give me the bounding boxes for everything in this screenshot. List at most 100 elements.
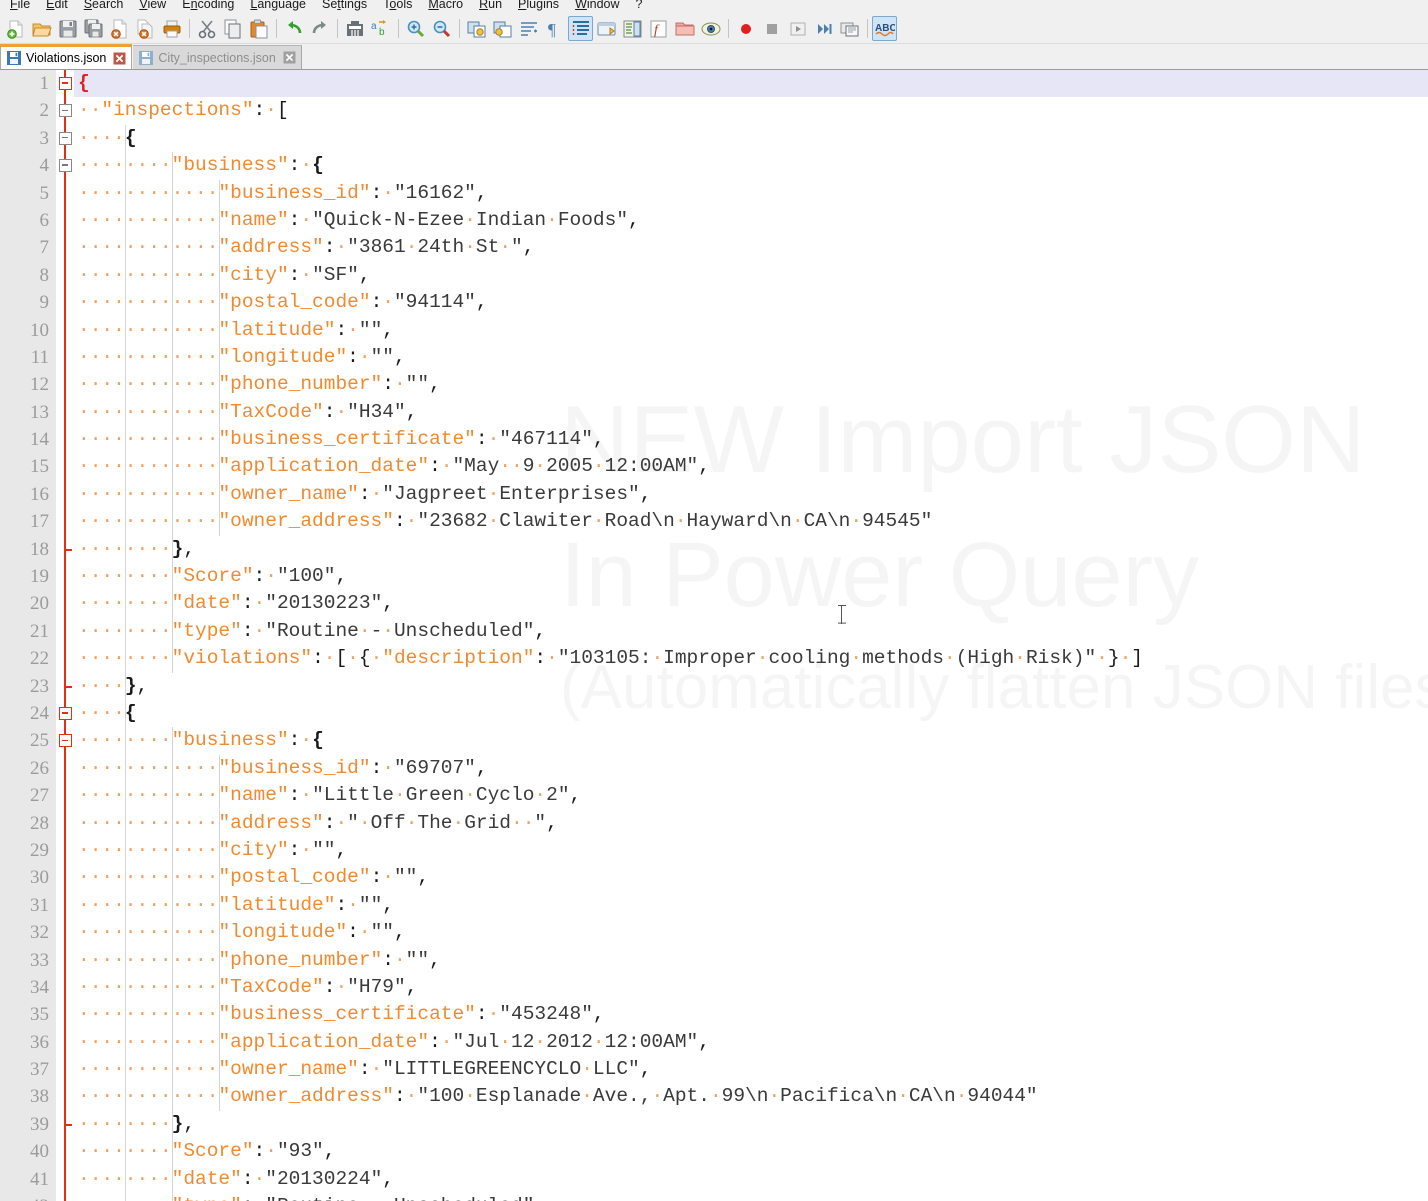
code-text[interactable]: ············"longitude":·"", xyxy=(74,919,1428,946)
toolbar-button-spell-check[interactable]: ABC xyxy=(872,16,897,41)
code-text[interactable]: ········}, xyxy=(74,1111,1428,1138)
fold-margin[interactable] xyxy=(56,125,74,152)
fold-margin[interactable] xyxy=(56,755,74,782)
code-text[interactable]: { xyxy=(74,70,1428,97)
menu-item-file[interactable]: File xyxy=(2,0,38,14)
code-text[interactable]: ············"business_id":·"16162", xyxy=(74,180,1428,207)
toolbar-button-record-macro[interactable] xyxy=(733,16,758,41)
toolbar-button-zoom-in[interactable] xyxy=(403,16,428,41)
fold-margin[interactable] xyxy=(56,1083,74,1110)
code-line[interactable]: 37············"owner_name":·"LITTLEGREEN… xyxy=(0,1056,1428,1083)
code-line[interactable]: 39········}, xyxy=(0,1111,1428,1138)
fold-margin[interactable] xyxy=(56,974,74,1001)
fold-margin[interactable] xyxy=(56,481,74,508)
fold-margin[interactable] xyxy=(56,782,74,809)
code-line[interactable]: 32············"longitude":·"", xyxy=(0,919,1428,946)
code-line[interactable]: 5············"business_id":·"16162", xyxy=(0,180,1428,207)
close-icon[interactable] xyxy=(283,51,296,64)
fold-margin[interactable] xyxy=(56,810,74,837)
code-line[interactable]: 40········"Score":·"93", xyxy=(0,1138,1428,1165)
code-text[interactable]: ············"application_date":·"Jul·12·… xyxy=(74,1029,1428,1056)
menu-item-view[interactable]: View xyxy=(131,0,174,14)
fold-margin[interactable] xyxy=(56,180,74,207)
fold-margin[interactable] xyxy=(56,262,74,289)
menu-item-edit[interactable]: Edit xyxy=(38,0,76,14)
code-line[interactable]: 25········"business":·{ xyxy=(0,727,1428,754)
fold-margin[interactable] xyxy=(56,317,74,344)
fold-margin[interactable] xyxy=(56,864,74,891)
menu-item-macro[interactable]: Macro xyxy=(420,0,471,14)
code-line[interactable]: 6············"name":·"Quick-N-Ezee·India… xyxy=(0,207,1428,234)
toolbar-button-save[interactable] xyxy=(55,16,80,41)
code-line[interactable]: 11············"longitude":·"", xyxy=(0,344,1428,371)
toolbar-button-word-wrap[interactable] xyxy=(516,16,541,41)
code-text[interactable]: ········"date":·"20130224", xyxy=(74,1166,1428,1193)
fold-margin[interactable] xyxy=(56,152,74,179)
code-text[interactable]: ············"business_certificate":·"453… xyxy=(74,1001,1428,1028)
code-line[interactable]: 26············"business_id":·"69707", xyxy=(0,755,1428,782)
code-line[interactable]: 35············"business_certificate":·"4… xyxy=(0,1001,1428,1028)
fold-margin[interactable] xyxy=(56,892,74,919)
fold-margin[interactable] xyxy=(56,207,74,234)
code-line[interactable]: 14············"business_certificate":·"4… xyxy=(0,426,1428,453)
fold-toggle-icon[interactable] xyxy=(59,159,72,172)
fold-margin[interactable] xyxy=(56,1138,74,1165)
code-text[interactable]: ············"longitude":·"", xyxy=(74,344,1428,371)
code-text[interactable]: ········"type":·"Routine·-·Unscheduled", xyxy=(74,618,1428,645)
menu-item-search[interactable]: Search xyxy=(76,0,132,14)
toolbar-button-close-file[interactable] xyxy=(107,16,132,41)
toolbar-button-print[interactable] xyxy=(159,16,184,41)
fold-margin[interactable] xyxy=(56,1166,74,1193)
code-line[interactable]: 13············"TaxCode":·"H34", xyxy=(0,399,1428,426)
menu-item-tools[interactable]: Tools xyxy=(375,0,420,14)
fold-toggle-icon[interactable] xyxy=(59,707,72,720)
code-text[interactable]: ········"Score":·"100", xyxy=(74,563,1428,590)
code-text[interactable]: ····{ xyxy=(74,125,1428,152)
code-line[interactable]: 31············"latitude":·"", xyxy=(0,892,1428,919)
code-text[interactable]: ····}, xyxy=(74,673,1428,700)
code-text[interactable]: ········"Score":·"93", xyxy=(74,1138,1428,1165)
toolbar-button-indent-guideline[interactable] xyxy=(568,16,593,41)
fold-margin[interactable] xyxy=(56,426,74,453)
code-text[interactable]: ············"address":·"·Off·The·Grid··"… xyxy=(74,810,1428,837)
code-line[interactable]: 42········"type":·"Routine·-·Unscheduled… xyxy=(0,1193,1428,1201)
code-text[interactable]: ············"phone_number":·"", xyxy=(74,371,1428,398)
toolbar-button-stop-recording[interactable] xyxy=(759,16,784,41)
code-text[interactable]: ············"business_certificate":·"467… xyxy=(74,426,1428,453)
code-text[interactable]: ············"owner_address":·"23682·Claw… xyxy=(74,508,1428,535)
fold-margin[interactable] xyxy=(56,97,74,124)
fold-margin[interactable] xyxy=(56,371,74,398)
fold-margin[interactable] xyxy=(56,947,74,974)
toolbar-button-find[interactable] xyxy=(342,16,367,41)
code-line[interactable]: 17············"owner_address":·"23682·Cl… xyxy=(0,508,1428,535)
toolbar-button-open-file[interactable] xyxy=(29,16,54,41)
toolbar-button-document-map[interactable] xyxy=(620,16,645,41)
code-text[interactable]: ········"date":·"20130223", xyxy=(74,590,1428,617)
toolbar-button-copy[interactable] xyxy=(220,16,245,41)
fold-toggle-icon[interactable] xyxy=(59,132,72,145)
fold-margin[interactable] xyxy=(56,536,74,563)
toolbar-button-replace[interactable]: ab xyxy=(368,16,393,41)
fold-margin[interactable] xyxy=(56,673,74,700)
toolbar-button-monitoring[interactable] xyxy=(698,16,723,41)
fold-margin[interactable] xyxy=(56,590,74,617)
toolbar-button-run-macro-multiple-times[interactable] xyxy=(811,16,836,41)
code-text[interactable]: ············"owner_name":·"Jagpreet·Ente… xyxy=(74,481,1428,508)
fold-margin[interactable] xyxy=(56,1111,74,1138)
document-tab-bar[interactable]: Violations.jsonCity_inspections.json xyxy=(0,45,1428,70)
fold-margin[interactable] xyxy=(56,344,74,371)
fold-margin[interactable] xyxy=(56,618,74,645)
code-text[interactable]: ········"business":·{ xyxy=(74,727,1428,754)
fold-margin[interactable] xyxy=(56,399,74,426)
fold-toggle-icon[interactable] xyxy=(59,104,72,117)
document-tab-active[interactable]: Violations.json xyxy=(0,44,132,69)
code-line[interactable]: 4········"business":·{ xyxy=(0,152,1428,179)
toolbar-button-save-all[interactable] xyxy=(81,16,106,41)
toolbar-button-save-current-macro[interactable] xyxy=(837,16,862,41)
fold-margin[interactable] xyxy=(56,1056,74,1083)
fold-margin[interactable] xyxy=(56,1001,74,1028)
code-text[interactable]: ············"city":·"", xyxy=(74,837,1428,864)
code-text[interactable]: ············"name":·"Little·Green·Cyclo·… xyxy=(74,782,1428,809)
code-text[interactable]: ············"name":·"Quick-N-Ezee·Indian… xyxy=(74,207,1428,234)
code-line[interactable]: 33············"phone_number":·"", xyxy=(0,947,1428,974)
